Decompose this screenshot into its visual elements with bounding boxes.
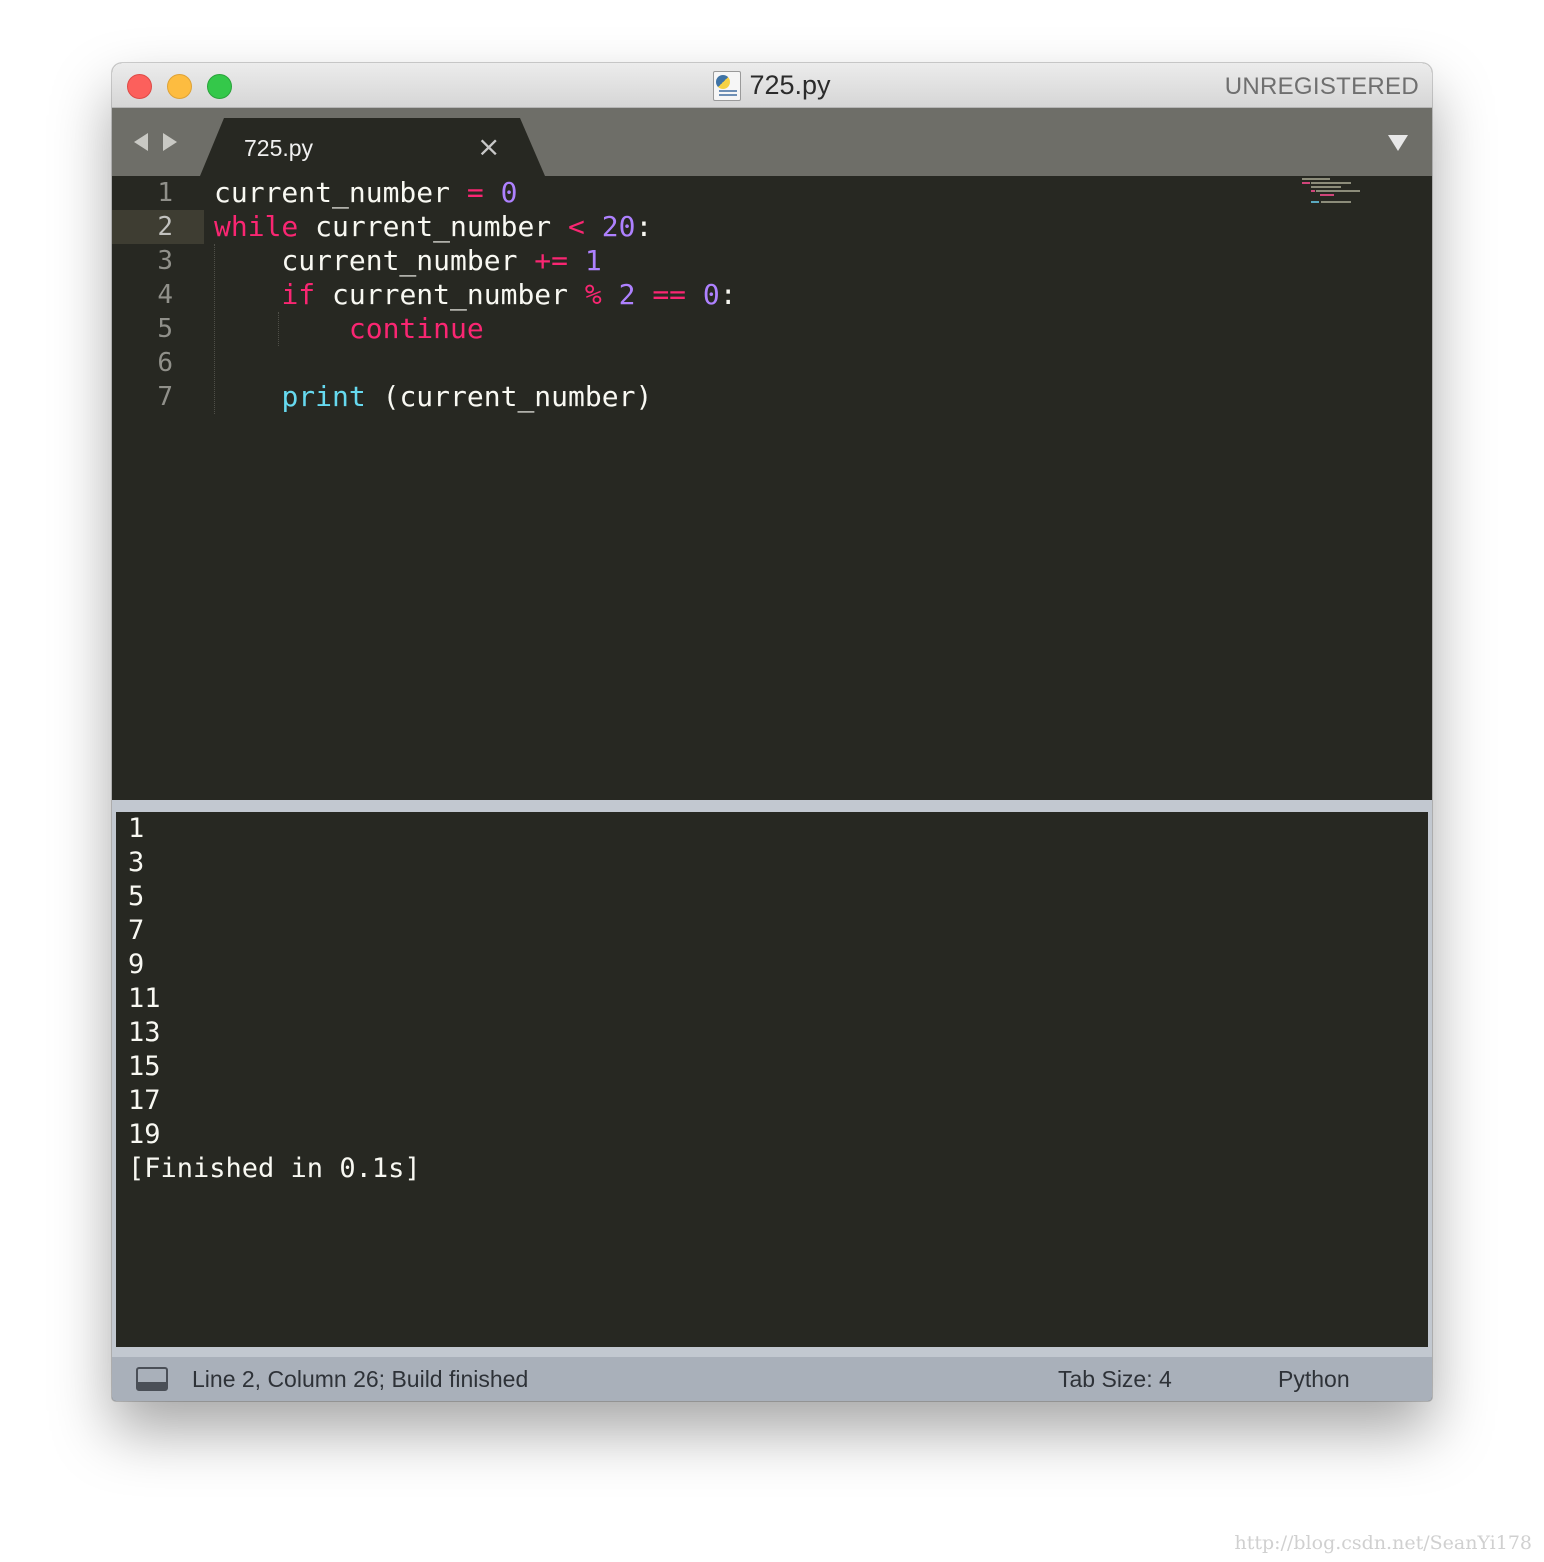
line-number: 5 [157,314,173,344]
editor-window: 725.py UNREGISTERED 725.py × 1 2 3 4 5 6… [112,63,1432,1401]
output-line: 19 [128,1119,161,1150]
nav-left-icon[interactable] [134,133,148,151]
file-lines-icon [719,89,738,96]
output-line: 5 [128,881,145,912]
output-line: 17 [128,1085,161,1116]
tab-close-icon[interactable]: × [477,130,500,163]
build-finished-message: [Finished in 0.1s] [128,1153,421,1184]
title-bar[interactable]: 725.py UNREGISTERED [112,63,1432,108]
line-number: 7 [157,382,173,412]
line-number: 6 [157,348,173,378]
cursor-position-status: Line 2, Column 26; Build finished [192,1366,529,1392]
minimap-line [1311,201,1319,203]
syntax-selector[interactable]: Python [1278,1366,1350,1393]
output-line: 11 [128,983,161,1014]
watermark-text: http://blog.csdn.net/SeanYi178 [1234,1532,1532,1554]
minimap-line [1320,194,1334,196]
line-number-gutter: 1 2 3 4 5 6 7 [112,176,204,800]
line-number: 3 [157,246,173,276]
code-line-active: while current_number < 20: [214,210,653,243]
minimap-line [1311,186,1341,188]
tab-size-selector[interactable]: Tab Size: 4 [1058,1366,1172,1393]
minimap[interactable] [1302,178,1372,206]
status-bar: Line 2, Column 26; Build finished Tab Si… [112,1357,1432,1401]
line-number: 1 [157,178,173,208]
window-title: 725.py [749,70,831,100]
python-logo-icon [716,74,731,89]
code-area[interactable]: current_number = 0 while current_number … [214,176,1274,800]
minimap-line [1321,201,1351,203]
panel-splitter[interactable] [112,800,1432,812]
license-status: UNREGISTERED [1224,73,1419,100]
code-editor[interactable]: 1 2 3 4 5 6 7 current_number = 0 while c… [112,176,1432,800]
python-file-icon [713,70,742,101]
tab-bar: 725.py × [112,108,1432,176]
output-panel-icon[interactable] [136,1367,168,1391]
minimap-line [1316,190,1360,192]
minimap-line [1311,182,1351,184]
output-line: 13 [128,1017,161,1048]
code-line: current_number += 1 [214,244,602,277]
line-number-active: 2 [112,210,204,244]
build-output-panel: 1 3 5 7 9 11 13 15 17 19 [Finished in 0.… [112,812,1432,1357]
code-line: print (current_number) [281,380,653,413]
output-line: 15 [128,1051,161,1082]
line-number: 4 [157,280,173,310]
output-line: 9 [128,949,145,980]
code-line: current_number = 0 [214,176,518,209]
code-line: continue [348,312,484,345]
minimap-line [1302,178,1330,180]
minimap-line [1302,182,1310,184]
tab-dropdown-icon[interactable] [1388,135,1408,151]
tab-725-py[interactable]: 725.py × [200,118,545,176]
nav-right-icon[interactable] [163,133,177,151]
tab-label: 725.py [244,135,314,161]
output-line: 1 [128,813,145,844]
minimap-line [1311,190,1315,192]
output-line: 3 [128,847,145,878]
output-line: 7 [128,915,145,946]
code-line: if current_number % 2 == 0: [281,278,737,311]
build-output[interactable]: 1 3 5 7 9 11 13 15 17 19 [Finished in 0.… [116,812,1428,1347]
